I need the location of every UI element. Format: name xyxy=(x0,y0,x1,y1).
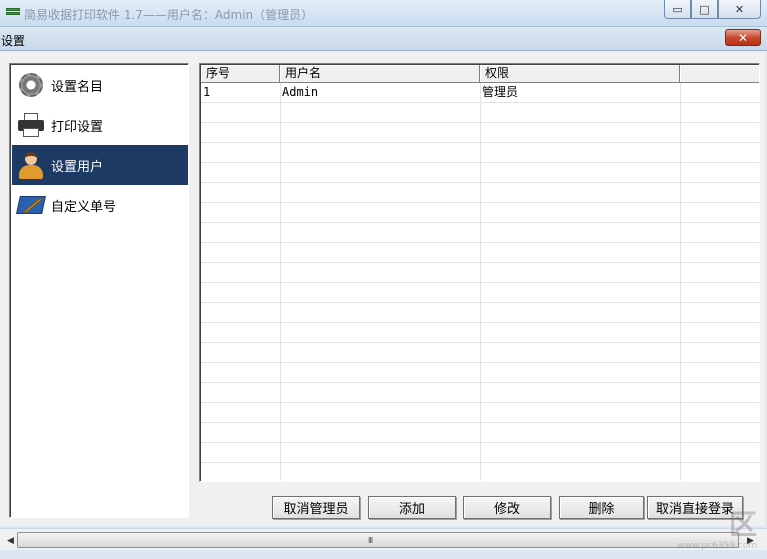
gear-icon xyxy=(16,70,46,100)
table-header: 序号 用户名 权限 xyxy=(201,65,759,83)
user-icon xyxy=(16,150,46,180)
nav-item-categories[interactable]: 设置名目 xyxy=(12,65,188,105)
table-body: 1 Admin 管理员 xyxy=(201,83,759,481)
column-header[interactable]: 用户名 xyxy=(280,65,480,83)
column-header-filler xyxy=(680,65,759,83)
edit-button[interactable]: 修改 xyxy=(463,496,551,519)
watermark-logo: 区 www.pc6359.com xyxy=(647,503,757,551)
table-cell: 管理员 xyxy=(482,85,519,99)
maximize-button[interactable]: □ xyxy=(691,0,718,19)
dialog-titlebar: 设置 ✕ xyxy=(0,27,767,51)
window-controls: ▭ □ ✕ xyxy=(664,0,761,19)
close-window-button[interactable]: ✕ xyxy=(718,0,761,19)
pen-pad-icon xyxy=(16,190,46,220)
settings-body: 设置名目 打印设置 设置用户 自定义单号 序号 用户名 权限 1 Admin 管… xyxy=(0,52,765,526)
watermark-mark: 区 xyxy=(728,508,757,541)
printer-icon xyxy=(16,110,46,140)
nav-item-label: 设置用户 xyxy=(51,159,104,175)
cancel-admin-button[interactable]: 取消管理员 xyxy=(272,496,360,519)
status-bar xyxy=(0,550,767,559)
watermark-url: www.pc6359.com xyxy=(677,541,757,551)
nav-item-label: 打印设置 xyxy=(51,119,104,135)
nav-item-users[interactable]: 设置用户 xyxy=(12,145,188,185)
add-button[interactable]: 添加 xyxy=(368,496,456,519)
dialog-title: 设置 xyxy=(1,34,26,48)
table-cell: Admin xyxy=(282,85,319,99)
nav-item-label: 自定义单号 xyxy=(51,199,117,215)
table-cell: 1 xyxy=(203,85,211,99)
users-table[interactable]: 序号 用户名 权限 1 Admin 管理员 xyxy=(199,63,760,482)
delete-button[interactable]: 删除 xyxy=(559,496,644,519)
app-titlebar: 简易收据打印软件 1.7——用户名：Admin（管理员） ▭ □ ✕ xyxy=(0,0,767,27)
scrollbar-thumb[interactable]: III xyxy=(17,532,739,548)
nav-item-custom-number[interactable]: 自定义单号 xyxy=(12,185,188,225)
app-title: 简易收据打印软件 1.7——用户名：Admin（管理员） xyxy=(24,8,314,22)
column-header[interactable]: 序号 xyxy=(201,65,280,83)
nav-item-label: 设置名目 xyxy=(51,79,104,95)
table-row[interactable]: 1 Admin 管理员 xyxy=(201,83,680,103)
scrollbar-grip: III xyxy=(368,536,373,545)
dialog-close-button[interactable]: ✕ xyxy=(725,29,761,46)
settings-nav: 设置名目 打印设置 设置用户 自定义单号 xyxy=(9,63,189,518)
column-header[interactable]: 权限 xyxy=(480,65,680,83)
nav-item-print-settings[interactable]: 打印设置 xyxy=(12,105,188,145)
app-icon xyxy=(6,8,20,19)
minimize-button[interactable]: ▭ xyxy=(664,0,691,19)
